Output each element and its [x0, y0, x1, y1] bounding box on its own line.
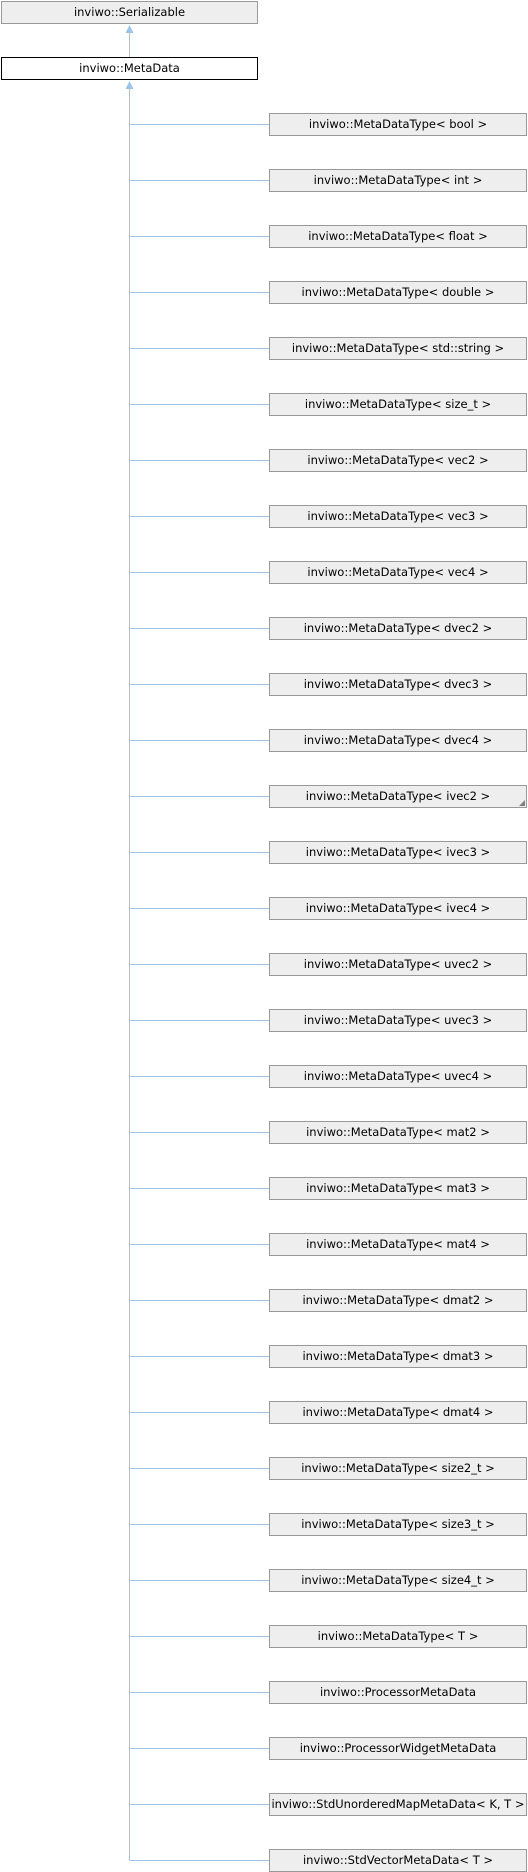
derived-class-label: inviwo::MetaDataType< vec4 >	[307, 565, 489, 579]
derived-class-label: inviwo::StdUnorderedMapMetaData< K, T >	[271, 1797, 525, 1811]
derived-class-label: inviwo::ProcessorWidgetMetaData	[299, 1741, 497, 1755]
derived-class-node[interactable]: inviwo::MetaDataType< size2_t >	[269, 1457, 527, 1480]
derived-class-node[interactable]: inviwo::MetaDataType< dvec2 >	[269, 617, 527, 640]
derived-class-node[interactable]: inviwo::MetaDataType< uvec2 >	[269, 953, 527, 976]
derived-class-label: inviwo::MetaDataType< vec2 >	[307, 453, 489, 467]
derived-class-label: inviwo::MetaDataType< float >	[308, 229, 488, 243]
derived-class-label: inviwo::MetaDataType< mat2 >	[306, 1125, 490, 1139]
derived-class-node[interactable]: inviwo::StdVectorMetaData< T >	[269, 1849, 527, 1872]
derived-class-label: inviwo::MetaDataType< uvec3 >	[303, 1013, 493, 1027]
derived-class-label: inviwo::MetaDataType< mat3 >	[306, 1181, 490, 1195]
derived-class-label: inviwo::MetaDataType< size2_t >	[301, 1461, 495, 1475]
derived-class-label: inviwo::MetaDataType< size3_t >	[301, 1517, 495, 1531]
derived-class-node[interactable]: inviwo::MetaDataType< dmat3 >	[269, 1345, 527, 1368]
derived-class-node[interactable]: inviwo::ProcessorWidgetMetaData	[269, 1737, 527, 1760]
derived-class-label: inviwo::MetaDataType< size4_t >	[301, 1573, 495, 1587]
base-class-node[interactable]: inviwo::Serializable	[1, 1, 258, 24]
derived-class-label: inviwo::MetaDataType< uvec4 >	[303, 1069, 493, 1083]
derived-class-label: inviwo::MetaDataType< dmat4 >	[302, 1405, 494, 1419]
derived-class-node[interactable]: inviwo::MetaDataType< float >	[269, 225, 527, 248]
derived-class-node[interactable]: inviwo::MetaDataType< vec4 >	[269, 561, 527, 584]
derived-class-node[interactable]: inviwo::MetaDataType< int >	[269, 169, 527, 192]
derived-class-label: inviwo::MetaDataType< vec3 >	[307, 509, 489, 523]
derived-class-node[interactable]: inviwo::MetaDataType< size3_t >	[269, 1513, 527, 1536]
derived-class-label: inviwo::MetaDataType< mat4 >	[306, 1237, 490, 1251]
derived-class-node[interactable]: inviwo::MetaDataType< mat2 >	[269, 1121, 527, 1144]
derived-class-label: inviwo::ProcessorMetaData	[319, 1685, 477, 1699]
derived-class-label: inviwo::MetaDataType< bool >	[308, 117, 488, 131]
edge-arrowhead	[125, 81, 134, 89]
derived-class-label: inviwo::MetaDataType< ivec4 >	[305, 901, 491, 915]
base-class-label: inviwo::Serializable	[73, 5, 186, 19]
derived-class-label: inviwo::MetaDataType< std::string >	[291, 341, 505, 355]
derived-class-label: inviwo::MetaDataType< dmat2 >	[302, 1293, 494, 1307]
derived-class-node[interactable]: inviwo::MetaDataType< size_t >	[269, 393, 527, 416]
derived-class-label: inviwo::MetaDataType< dvec2 >	[303, 621, 493, 635]
derived-class-node[interactable]: inviwo::MetaDataType< mat4 >	[269, 1233, 527, 1256]
derived-class-node[interactable]: inviwo::MetaDataType< uvec4 >	[269, 1065, 527, 1088]
derived-class-node[interactable]: inviwo::MetaDataType< std::string >	[269, 337, 527, 360]
derived-class-node[interactable]: inviwo::MetaDataType< ivec4 >	[269, 897, 527, 920]
derived-class-label: inviwo::MetaDataType< dvec4 >	[303, 733, 493, 747]
derived-class-node[interactable]: inviwo::MetaDataType< dmat2 >	[269, 1289, 527, 1312]
derived-class-node[interactable]: inviwo::MetaDataType< ivec3 >	[269, 841, 527, 864]
derived-class-node[interactable]: inviwo::StdUnorderedMapMetaData< K, T >	[269, 1793, 527, 1816]
derived-class-node[interactable]: inviwo::MetaDataType< size4_t >	[269, 1569, 527, 1592]
derived-class-label: inviwo::MetaDataType< uvec2 >	[303, 957, 493, 971]
derived-class-node[interactable]: inviwo::MetaDataType< dmat4 >	[269, 1401, 527, 1424]
derived-class-label: inviwo::StdVectorMetaData< T >	[302, 1853, 494, 1867]
derived-class-label: inviwo::MetaDataType< size_t >	[304, 397, 492, 411]
edge-arrowhead	[125, 25, 134, 33]
derived-class-node[interactable]: inviwo::ProcessorMetaData	[269, 1681, 527, 1704]
derived-class-label: inviwo::MetaDataType< T >	[317, 1629, 479, 1643]
derived-class-label: inviwo::MetaDataType< dvec3 >	[303, 677, 493, 691]
current-class-label: inviwo::MetaData	[79, 61, 180, 75]
current-class-node: inviwo::MetaData	[1, 57, 258, 80]
derived-class-node[interactable]: inviwo::MetaDataType< ivec2 >	[269, 785, 527, 808]
derived-class-label: inviwo::MetaDataType< ivec2 >	[305, 789, 491, 803]
derived-class-node[interactable]: inviwo::MetaDataType< vec2 >	[269, 449, 527, 472]
derived-class-node[interactable]: inviwo::MetaDataType< dvec4 >	[269, 729, 527, 752]
derived-class-node[interactable]: inviwo::MetaDataType< bool >	[269, 113, 527, 136]
derived-class-label: inviwo::MetaDataType< dmat3 >	[302, 1349, 494, 1363]
derived-class-node[interactable]: inviwo::MetaDataType< dvec3 >	[269, 673, 527, 696]
derived-class-node[interactable]: inviwo::MetaDataType< T >	[269, 1625, 527, 1648]
derived-class-node[interactable]: inviwo::MetaDataType< double >	[269, 281, 527, 304]
derived-class-node[interactable]: inviwo::MetaDataType< mat3 >	[269, 1177, 527, 1200]
derived-class-node[interactable]: inviwo::MetaDataType< vec3 >	[269, 505, 527, 528]
derived-class-label: inviwo::MetaDataType< int >	[313, 173, 483, 187]
derived-class-node[interactable]: inviwo::MetaDataType< uvec3 >	[269, 1009, 527, 1032]
derived-class-label: inviwo::MetaDataType< ivec3 >	[305, 845, 491, 859]
derived-class-label: inviwo::MetaDataType< double >	[301, 285, 495, 299]
